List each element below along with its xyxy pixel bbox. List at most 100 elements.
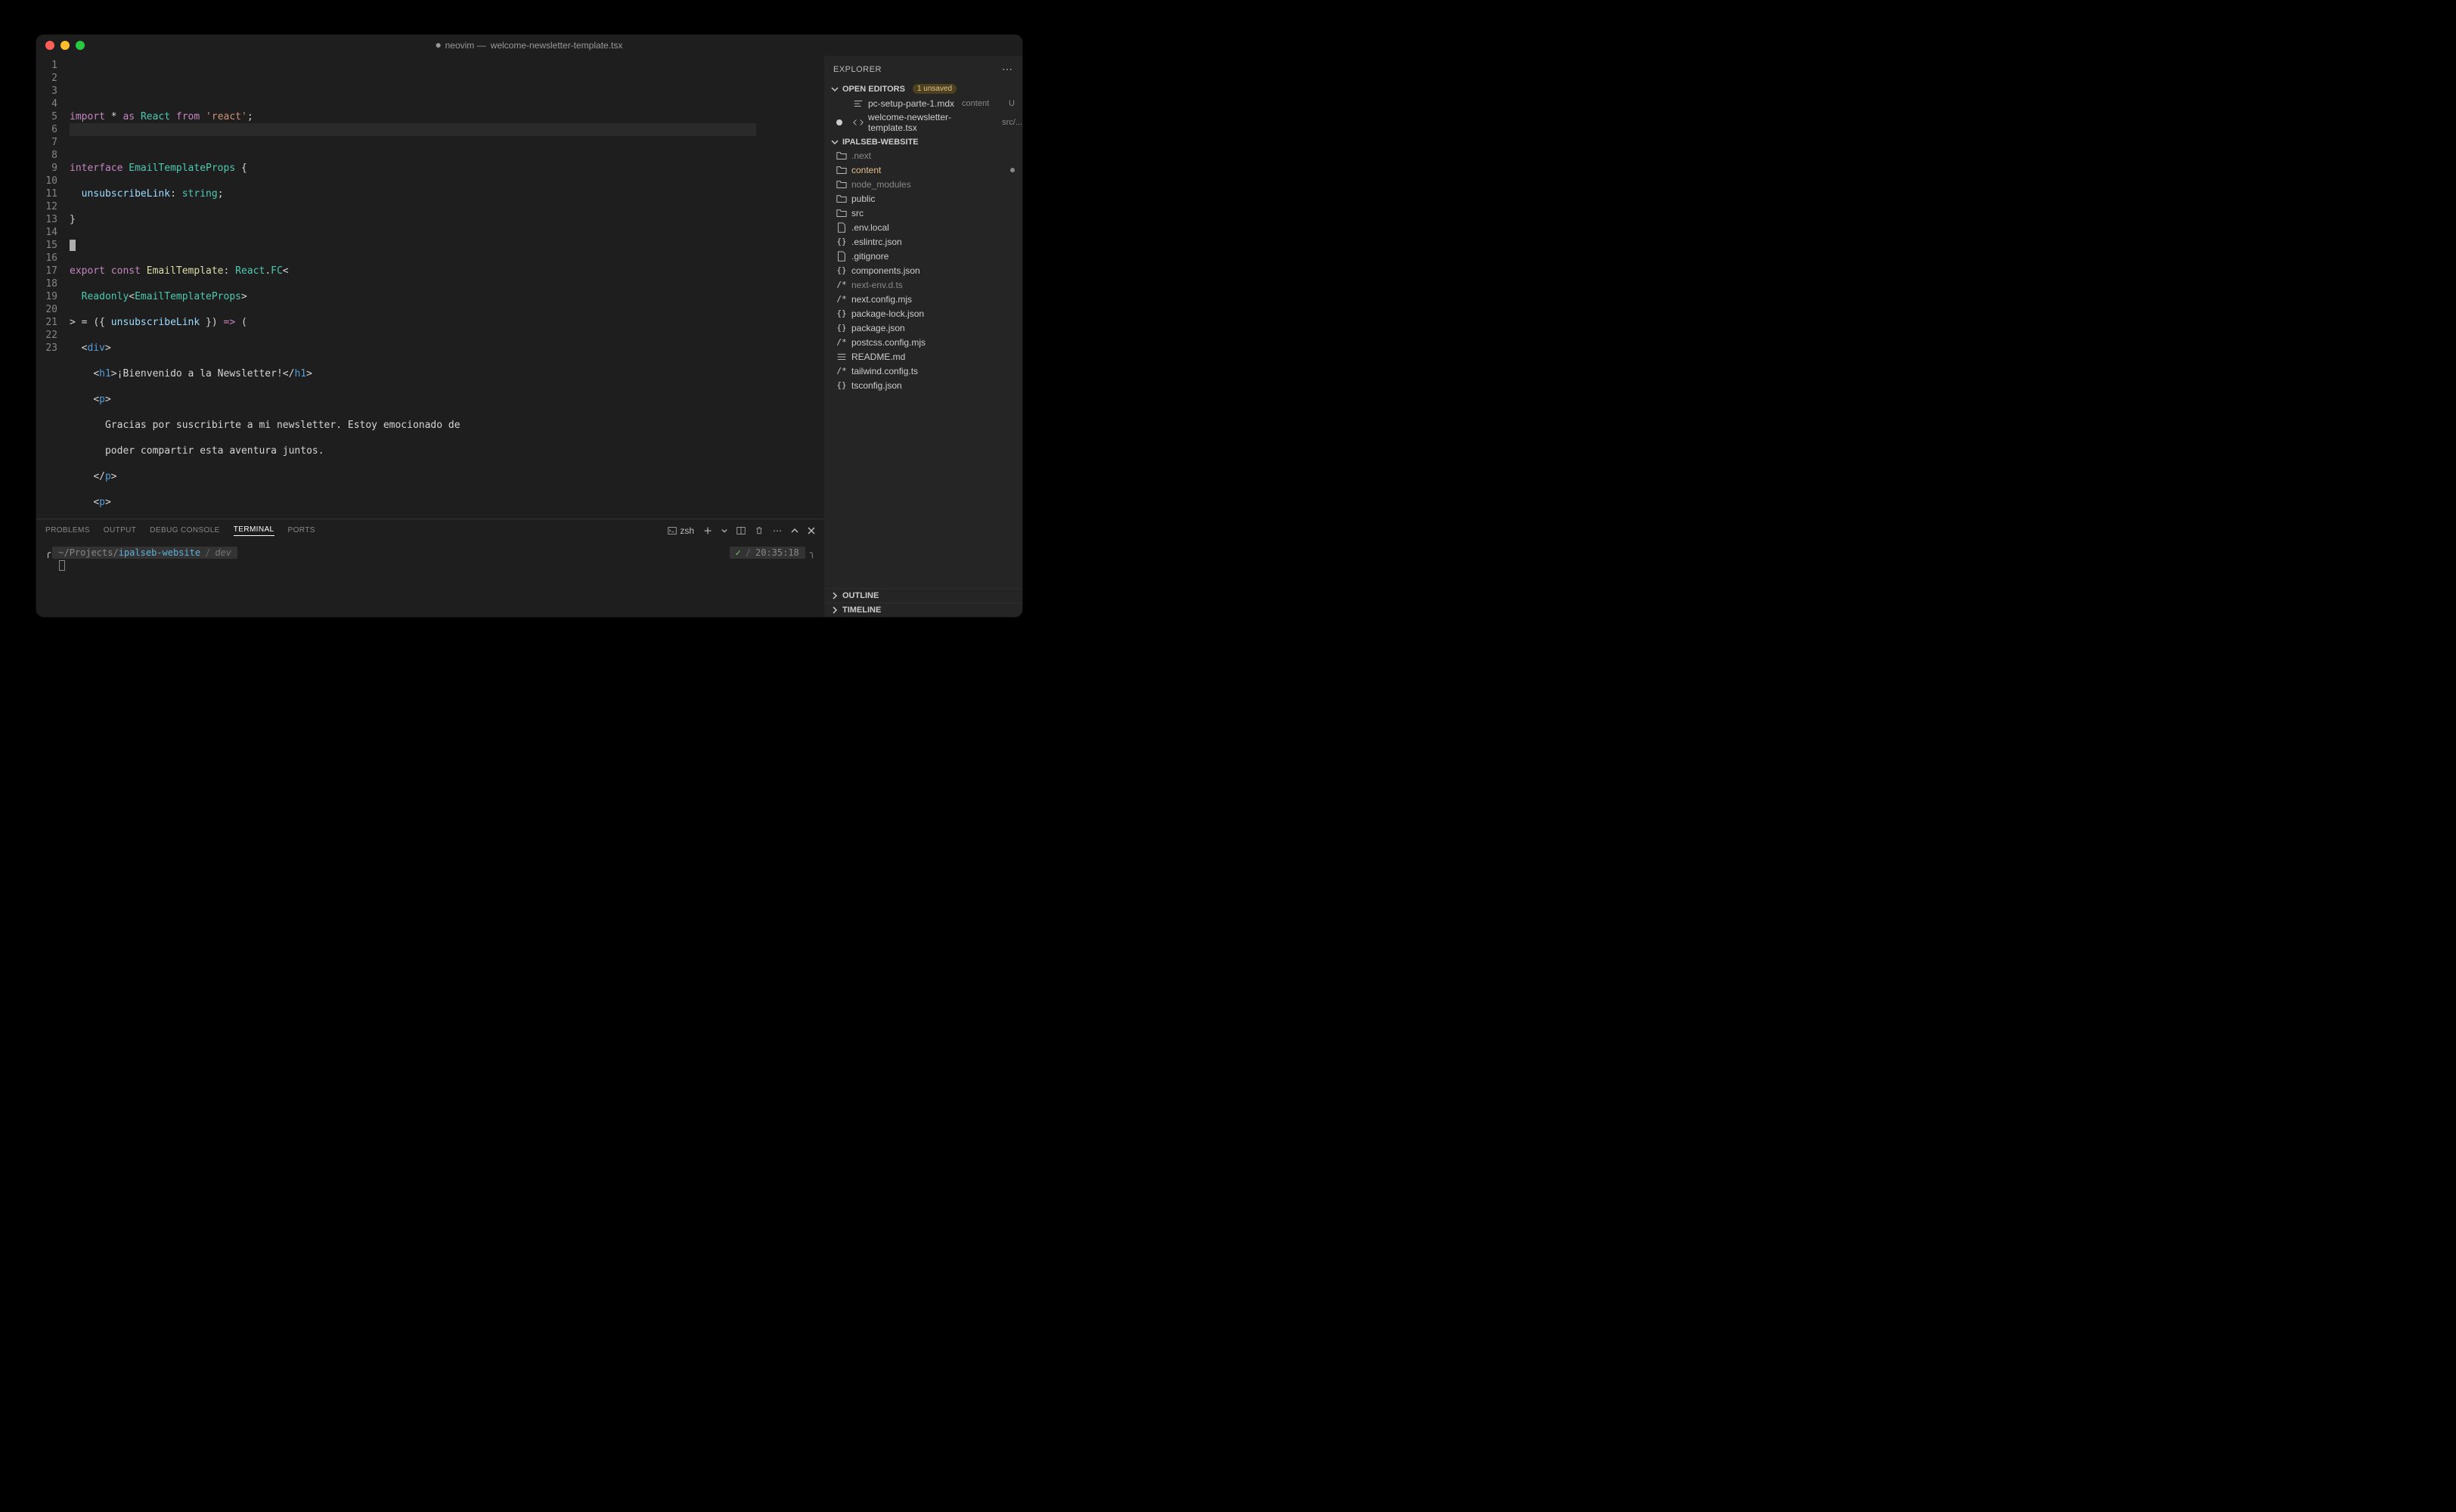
split-icon [736,526,746,535]
item-name: node_modules [851,179,911,190]
folder-item[interactable]: src [824,206,1022,220]
line-number: 16 [42,252,57,265]
file-dir: content [962,99,989,108]
line-number: 13 [42,213,57,226]
terminal-dropdown[interactable] [721,528,727,534]
line-number: 22 [42,329,57,342]
panel-controls: zsh ⋯ [668,525,815,536]
line-number: 5 [42,110,57,123]
traffic-lights [45,41,85,50]
folder-item[interactable]: content [824,163,1022,177]
item-name: .eslintrc.json [851,237,902,247]
folder-item[interactable]: node_modules [824,177,1022,191]
tab-output[interactable]: OUTPUT [104,526,137,536]
plus-icon [703,526,712,535]
line-number: 9 [42,162,57,175]
file-item[interactable]: {} .eslintrc.json [824,234,1022,249]
file-item[interactable]: {}tsconfig.json [824,378,1022,392]
window-title-prefix: neovim — [445,40,486,51]
project-section[interactable]: IPALSEB-WEBSITE [824,136,1022,148]
file-item[interactable]: {} components.json [824,263,1022,277]
tab-debug-console[interactable]: DEBUG CONSOLE [150,526,219,536]
file-item[interactable]: README.md [824,349,1022,364]
file-icon: /* [836,366,847,376]
close-button[interactable] [45,41,54,50]
kill-terminal-button[interactable] [755,526,764,535]
cursor [70,240,76,251]
file-item[interactable]: /*tailwind.config.ts [824,364,1022,378]
item-name: package-lock.json [851,308,924,319]
file-icon [853,117,864,128]
modified-dot-icon [1010,168,1015,172]
new-terminal-button[interactable] [703,526,712,535]
chevron-up-icon [791,527,799,534]
line-number: 11 [42,187,57,200]
close-panel-button[interactable] [808,527,815,534]
item-name: components.json [851,265,920,276]
file-icon [836,352,847,362]
split-terminal-button[interactable] [736,526,746,535]
file-item[interactable]: {}package-lock.json [824,306,1022,321]
file-item[interactable]: /*postcss.config.mjs [824,335,1022,349]
timeline-section[interactable]: TIMELINE [824,603,1022,617]
open-editors-section[interactable]: OPEN EDITORS 1 unsaved [824,82,1022,95]
file-name: welcome-newsletter-template.tsx [868,112,994,133]
trash-icon [755,526,764,535]
item-name: next-env.d.ts [851,280,903,290]
maximize-panel-button[interactable] [791,527,799,534]
chevron-down-icon [830,85,839,93]
terminal-more-button[interactable]: ⋯ [773,525,782,536]
bottom-panel: PROBLEMS OUTPUT DEBUG CONSOLE TERMINAL P… [36,519,824,617]
item-name: .env.local [851,222,889,233]
file-icon: {} [836,380,847,390]
file-item[interactable]: {}package.json [824,321,1022,335]
file-icon: {} [836,265,847,275]
folder-item[interactable]: public [824,191,1022,206]
line-number: 17 [42,265,57,277]
item-name: postcss.config.mjs [851,337,926,348]
project-label: IPALSEB-WEBSITE [842,138,919,147]
tab-ports[interactable]: PORTS [288,526,315,536]
line-number: 6 [42,123,57,136]
line-number: 18 [42,277,57,290]
chevron-down-icon [830,138,839,146]
tab-problems[interactable]: PROBLEMS [45,526,90,536]
file-icon [836,251,847,262]
minimize-button[interactable] [60,41,70,50]
folder-item[interactable]: .next [824,148,1022,163]
file-tree: .nextcontent node_modulespublicsrc .env.lo… [824,148,1022,588]
terminal-shell-label[interactable]: zsh [668,525,694,536]
line-gutter: 1234567891011121314151617181920212223 [36,56,70,519]
window-title-file: welcome-newsletter-template.tsx [491,40,623,51]
line-number: 8 [42,149,57,162]
file-item[interactable]: /*next-env.d.ts [824,277,1022,292]
code-content[interactable]: import * as React from 'react'; interfac… [70,56,824,519]
open-editors-label: OPEN EDITORS [842,85,905,94]
folder-icon [836,179,847,190]
line-number: 2 [42,72,57,85]
code-editor[interactable]: 1234567891011121314151617181920212223 im… [36,56,824,519]
line-number: 3 [42,85,57,98]
item-name: .gitignore [851,251,888,262]
file-item[interactable]: /*next.config.mjs [824,292,1022,306]
file-icon: {} [836,237,847,246]
zoom-button[interactable] [76,41,85,50]
sidebar: EXPLORER ⋯ OPEN EDITORS 1 unsaved pc-set… [824,56,1022,617]
line-number: 12 [42,200,57,213]
line-number: 19 [42,290,57,303]
file-icon: {} [836,323,847,333]
open-editor-item[interactable]: pc-setup-parte-1.mdxcontentU [824,97,1022,110]
close-icon [808,527,815,534]
open-editor-item[interactable]: welcome-newsletter-template.tsxsrc/... [824,110,1022,135]
file-item[interactable]: .env.local [824,220,1022,234]
sidebar-more-button[interactable]: ⋯ [1002,63,1013,76]
line-number: 23 [42,342,57,355]
item-name: next.config.mjs [851,294,912,305]
sidebar-title: EXPLORER [833,65,882,74]
tab-terminal[interactable]: TERMINAL [234,525,274,536]
modified-dot-icon [436,43,441,48]
outline-label: OUTLINE [842,591,879,600]
file-item[interactable]: .gitignore [824,249,1022,263]
outline-section[interactable]: OUTLINE [824,588,1022,603]
terminal-body[interactable]: ╭ ~/Projects/ipalseb-website / dev ✓ / [36,542,824,617]
